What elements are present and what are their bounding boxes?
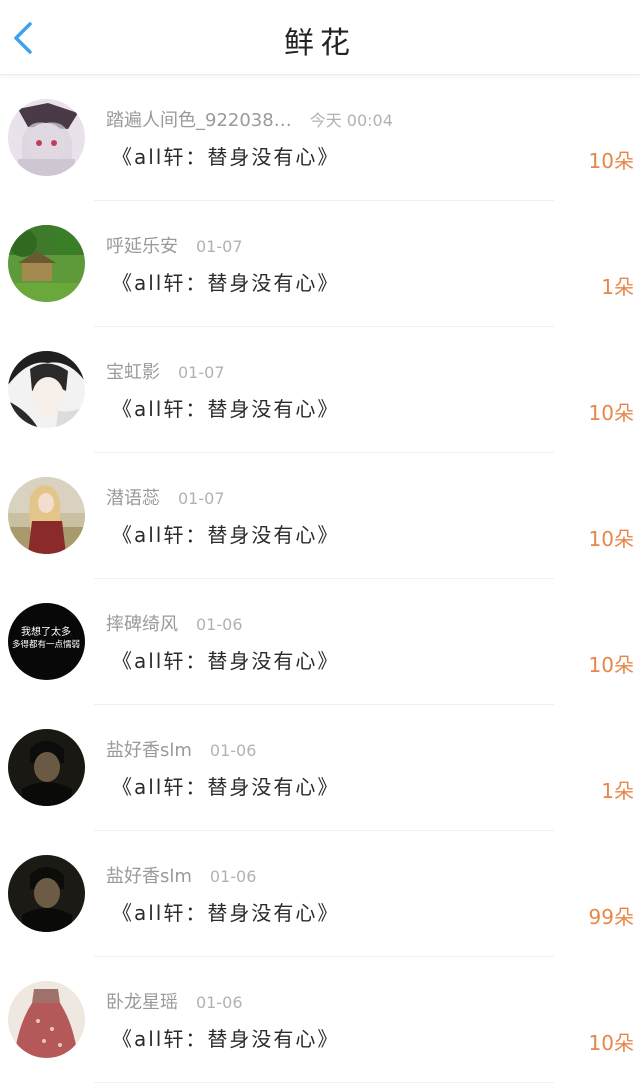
list-item[interactable]: 宝虹影 01-07 《all轩：替身没有心》 10朵 xyxy=(0,327,640,453)
flower-list: 踏遍人间色_922038… 今天 00:04 《all轩：替身没有心》 10朵 呼… xyxy=(0,75,640,1083)
sender-name[interactable]: 潜语蕊 xyxy=(106,488,160,509)
story-title[interactable]: 《all轩：替身没有心》 xyxy=(112,267,339,296)
sender-line: 盐好香slm 01-06 xyxy=(106,862,256,888)
nav-bar: 鲜花 xyxy=(0,0,640,75)
avatar[interactable] xyxy=(8,981,85,1058)
flower-count: 1朵 xyxy=(601,779,634,803)
avatar-caption: 多得都有一点懦弱 xyxy=(12,639,80,650)
divider xyxy=(94,1082,554,1083)
avatar[interactable] xyxy=(8,729,85,806)
send-date: 01-07 xyxy=(178,363,225,382)
list-item[interactable]: 盐好香slm 01-06 《all轩：替身没有心》 99朵 xyxy=(0,831,640,957)
flower-count: 1朵 xyxy=(601,275,634,299)
sender-line: 呼延乐安 01-07 xyxy=(106,232,243,258)
sender-name[interactable]: 踏遍人间色_922038… xyxy=(106,110,292,131)
send-date: 01-06 xyxy=(209,867,257,886)
sender-name[interactable]: 盐好香slm xyxy=(106,866,192,887)
list-item[interactable]: 卧龙星瑶 01-06 《all轩：替身没有心》 10朵 xyxy=(0,957,640,1083)
flower-count: 10朵 xyxy=(588,401,634,425)
send-date: 01-06 xyxy=(209,741,257,760)
list-item[interactable]: 呼延乐安 01-07 《all轩：替身没有心》 1朵 xyxy=(0,201,640,327)
flower-count: 10朵 xyxy=(588,1031,634,1055)
sender-line: 卧龙星瑶 01-06 xyxy=(106,988,243,1014)
sender-name[interactable]: 宝虹影 xyxy=(106,362,160,383)
sender-line: 盐好香slm 01-06 xyxy=(106,736,256,762)
story-title[interactable]: 《all轩：替身没有心》 xyxy=(112,519,339,548)
list-item[interactable]: 踏遍人间色_922038… 今天 00:04 《all轩：替身没有心》 10朵 xyxy=(0,75,640,201)
sender-name[interactable]: 盐好香slm xyxy=(106,740,192,761)
send-date: 01-07 xyxy=(196,237,243,256)
story-title[interactable]: 《all轩：替身没有心》 xyxy=(112,393,339,422)
avatar[interactable] xyxy=(8,351,85,428)
sender-name[interactable]: 摔碑绮风 xyxy=(106,614,178,635)
send-date: 今天 00:04 xyxy=(309,111,393,130)
story-title[interactable]: 《all轩：替身没有心》 xyxy=(112,1023,339,1052)
sender-line: 宝虹影 01-07 xyxy=(106,358,225,384)
list-item[interactable]: 盐好香slm 01-06 《all轩：替身没有心》 1朵 xyxy=(0,705,640,831)
send-date: 01-06 xyxy=(196,993,243,1012)
list-item[interactable]: 潜语蕊 01-07 《all轩：替身没有心》 10朵 xyxy=(0,453,640,579)
avatar[interactable] xyxy=(8,477,85,554)
avatar-caption: 我想了太多 xyxy=(21,625,71,638)
list-item[interactable]: 我想了太多 多得都有一点懦弱 摔碑绮风 01-06 《all轩：替身没有心》 10… xyxy=(0,579,640,705)
sender-line: 踏遍人间色_922038… 今天 00:04 xyxy=(106,106,393,132)
story-title[interactable]: 《all轩：替身没有心》 xyxy=(112,141,339,170)
flower-count: 10朵 xyxy=(588,527,634,551)
story-title[interactable]: 《all轩：替身没有心》 xyxy=(112,645,339,674)
page-title: 鲜花 xyxy=(284,26,356,61)
sender-name[interactable]: 呼延乐安 xyxy=(106,236,178,257)
sender-name[interactable]: 卧龙星瑶 xyxy=(106,992,178,1013)
sender-line: 摔碑绮风 01-06 xyxy=(106,610,243,636)
send-date: 01-06 xyxy=(196,615,243,634)
story-title[interactable]: 《all轩：替身没有心》 xyxy=(112,771,339,800)
avatar[interactable] xyxy=(8,99,85,176)
flower-count: 99朵 xyxy=(588,905,634,929)
avatar[interactable] xyxy=(8,855,85,932)
avatar[interactable]: 我想了太多 多得都有一点懦弱 xyxy=(8,603,85,680)
send-date: 01-07 xyxy=(178,489,225,508)
sender-line: 潜语蕊 01-07 xyxy=(106,484,225,510)
flower-count: 10朵 xyxy=(588,149,634,173)
avatar[interactable] xyxy=(8,225,85,302)
story-title[interactable]: 《all轩：替身没有心》 xyxy=(112,897,339,926)
flower-count: 10朵 xyxy=(588,653,634,677)
